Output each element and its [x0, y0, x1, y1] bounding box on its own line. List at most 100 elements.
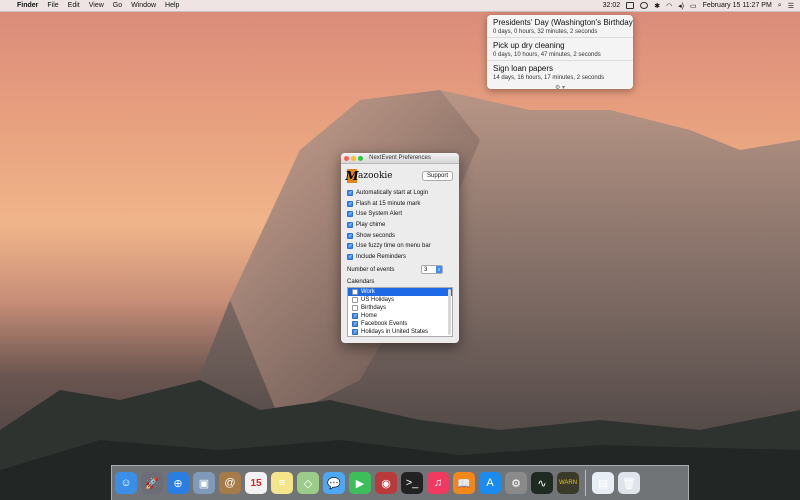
menu-edit[interactable]: Edit	[68, 2, 80, 9]
event-item[interactable]: Pick up dry cleaning 0 days, 10 hours, 4…	[487, 38, 633, 61]
safari-icon[interactable]: ⊕	[167, 472, 189, 494]
checkbox[interactable]	[352, 313, 358, 320]
checkbox[interactable]	[352, 297, 358, 304]
mazookie-logo: M azookie	[345, 168, 393, 183]
number-of-events-label: Number of events	[347, 266, 395, 273]
mission-control-icon[interactable]	[626, 2, 635, 9]
option-system-alert[interactable]: Use System Alert	[347, 209, 453, 220]
options-list: Automatically start at Login Flash at 15…	[347, 188, 453, 262]
menu-file[interactable]: File	[47, 2, 58, 9]
notes-icon[interactable]: ≡	[271, 472, 293, 494]
checkbox[interactable]	[347, 222, 353, 229]
popup-settings-gear-icon[interactable]: ⚙ ▾	[487, 83, 633, 89]
menu-bar: Finder File Edit View Go Window Help 32:…	[0, 0, 800, 12]
checkbox[interactable]	[347, 211, 353, 218]
appstore-icon[interactable]: A	[479, 472, 501, 494]
option-label: Use System Alert	[356, 211, 403, 218]
bluetooth-icon[interactable]: ✱	[654, 2, 660, 10]
menu-window[interactable]: Window	[131, 2, 156, 9]
logo-text: azookie	[358, 170, 393, 181]
option-fuzzy-time[interactable]: Use fuzzy time on menu bar	[347, 241, 453, 252]
photobooth-icon[interactable]: ◉	[375, 472, 397, 494]
option-label: Play chime	[356, 222, 386, 229]
calendar-label: US Holidays	[361, 297, 395, 304]
logo-letter: M	[345, 168, 359, 183]
checkbox[interactable]	[347, 190, 353, 197]
maps-icon[interactable]: ◇	[297, 472, 319, 494]
checkbox[interactable]	[352, 305, 358, 312]
activity-monitor-icon[interactable]: ∿	[531, 472, 553, 494]
launchpad-icon[interactable]: 🚀	[141, 472, 163, 494]
stepper-value: 3	[424, 266, 428, 273]
calendar-label: Facebook Events	[361, 321, 408, 328]
checkbox[interactable]	[352, 329, 358, 336]
contacts-icon[interactable]: @	[219, 472, 241, 494]
messages-icon[interactable]: 💬	[323, 472, 345, 494]
menu-view[interactable]: View	[89, 2, 104, 9]
menu-go[interactable]: Go	[113, 2, 122, 9]
option-play-chime[interactable]: Play chime	[347, 220, 453, 231]
option-label: Show seconds	[356, 232, 396, 239]
calendar-label: Birthdays	[361, 305, 387, 312]
calendar-item-birthdays[interactable]: Birthdays	[348, 304, 452, 312]
option-label: Include Reminders	[356, 253, 407, 260]
checkbox[interactable]	[347, 232, 353, 239]
event-countdown: 0 days, 10 hours, 47 minutes, 2 seconds	[493, 52, 601, 58]
preview-icon[interactable]: ▣	[193, 472, 215, 494]
checkbox[interactable]	[347, 243, 353, 250]
calendar-label: Home	[361, 313, 378, 320]
nextevent-countdown[interactable]: 32:02	[603, 2, 621, 9]
console-icon[interactable]: WARN	[557, 472, 579, 494]
event-item[interactable]: Presidents' Day (Washington's Birthday) …	[487, 15, 633, 38]
window-titlebar[interactable]: NextEvent Preferences	[341, 153, 459, 164]
option-label: Flash at 15 minute mark	[356, 200, 421, 207]
trash-icon[interactable]: 🗑	[618, 472, 640, 494]
calendar-label: Holidays in United States	[361, 329, 429, 336]
support-button[interactable]: Support	[421, 170, 453, 181]
notification-center-icon[interactable]: ☰	[788, 2, 794, 10]
option-show-seconds[interactable]: Show seconds	[347, 230, 453, 241]
option-include-reminders[interactable]: Include Reminders	[347, 252, 453, 263]
checkbox[interactable]	[347, 253, 353, 260]
battery-icon[interactable]: ▭	[690, 2, 697, 10]
checkbox[interactable]	[352, 321, 358, 328]
option-label: Automatically start at Login	[356, 190, 429, 197]
wifi-icon[interactable]: ◠	[666, 2, 672, 10]
volume-icon[interactable]: ◂)	[678, 2, 684, 10]
calendar-item-us-holidays[interactable]: US Holidays	[348, 296, 452, 304]
itunes-icon[interactable]: ♫	[427, 472, 449, 494]
dock-separator	[585, 470, 586, 496]
calendar-item-facebook-events[interactable]: Facebook Events	[348, 320, 452, 328]
system-preferences-icon[interactable]: ⚙	[505, 472, 527, 494]
calendars-label: Calendars	[347, 279, 375, 286]
checkbox[interactable]	[352, 289, 358, 296]
menu-finder[interactable]: Finder	[17, 2, 38, 9]
stepper-arrows-icon[interactable]: ⇕	[436, 266, 442, 274]
dock: ☺ 🚀 ⊕ ▣ @15 ≡ ◇ 💬 ▶ ◉ >_ ♫ 📖 A ⚙ ∿ WARN ▤ 🗑	[111, 465, 689, 500]
option-label: Use fuzzy time on menu bar	[356, 243, 431, 250]
finder-icon[interactable]: ☺	[115, 472, 137, 494]
calendar-item-work[interactable]: Work	[348, 288, 452, 297]
calendars-scrollbar[interactable]	[448, 289, 451, 336]
ibooks-icon[interactable]: 📖	[453, 472, 475, 494]
calendars-list[interactable]: Work US Holidays Birthdays Home Facebook…	[347, 287, 453, 338]
event-item[interactable]: Sign loan papers 14 days, 16 hours, 17 m…	[487, 61, 633, 83]
clock-datetime[interactable]: February 15 11:27 PM	[703, 2, 772, 9]
document-icon[interactable]: ▤	[592, 472, 614, 494]
event-title: Pick up dry cleaning	[493, 41, 565, 50]
option-start-at-login[interactable]: Automatically start at Login	[347, 188, 453, 199]
facetime-icon[interactable]: ▶	[349, 472, 371, 494]
event-countdown: 14 days, 16 hours, 17 minutes, 2 seconds	[493, 75, 605, 81]
calendar-item-home[interactable]: Home	[348, 312, 452, 320]
event-title: Presidents' Day (Washington's Birthday)	[493, 18, 633, 27]
calendar-item-holidays-us[interactable]: Holidays in United States	[348, 328, 452, 336]
spotlight-icon[interactable]: ⌕	[778, 2, 782, 10]
terminal-icon[interactable]: >_	[401, 472, 423, 494]
time-machine-icon[interactable]	[640, 2, 649, 9]
menu-help[interactable]: Help	[165, 2, 179, 9]
calendar-icon[interactable]: 15	[245, 472, 267, 494]
checkbox[interactable]	[347, 200, 353, 207]
number-of-events-stepper[interactable]: 3 ⇕	[421, 265, 443, 275]
option-flash-15-min[interactable]: Flash at 15 minute mark	[347, 199, 453, 210]
preferences-window: NextEvent Preferences M azookie Support …	[341, 153, 459, 343]
